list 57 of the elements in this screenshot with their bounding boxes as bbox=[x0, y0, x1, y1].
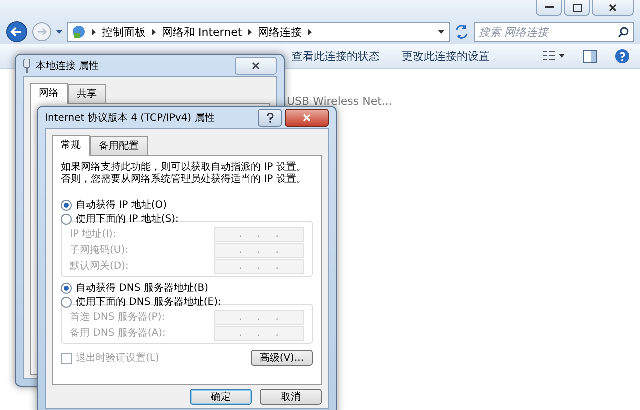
search-icon bbox=[618, 26, 629, 38]
network-adapter-icon bbox=[23, 58, 31, 72]
network-icon bbox=[72, 25, 86, 39]
advanced-button[interactable]: 高级(V)... bbox=[250, 350, 313, 366]
field-label: 首选 DNS 服务器(P): bbox=[70, 310, 166, 324]
address-bar[interactable]: 控制面板 网络和 Internet 网络连接 bbox=[67, 22, 450, 42]
chevron-icon[interactable] bbox=[308, 28, 312, 36]
refresh-icon[interactable] bbox=[454, 24, 470, 40]
preview-pane-icon[interactable] bbox=[583, 50, 597, 62]
dialog-title: 本地连接 属性 bbox=[36, 60, 100, 72]
dialog-title: Internet 协议版本 4 (TCP/IPv4) 属性 bbox=[45, 112, 216, 124]
radio-label: 自动获得 IP 地址(O) bbox=[76, 198, 168, 212]
dialog-button[interactable]: 确定 bbox=[190, 389, 252, 405]
close-icon bbox=[609, 4, 617, 12]
dropdown-icon[interactable] bbox=[438, 30, 445, 34]
chevron-icon[interactable] bbox=[152, 28, 156, 36]
field-label: 子网掩码(U): bbox=[70, 244, 128, 257]
close-button[interactable] bbox=[285, 108, 329, 126]
radio-label: 自动获得 DNS 服务器地址(B) bbox=[76, 282, 209, 295]
field-label: 默认网关(D): bbox=[70, 260, 129, 273]
close-button[interactable] bbox=[592, 0, 634, 16]
view-options-icon[interactable] bbox=[543, 51, 565, 61]
minimize-button[interactable] bbox=[536, 0, 562, 16]
dropdown-icon[interactable] bbox=[56, 30, 63, 34]
tab[interactable]: 网络 bbox=[30, 83, 68, 104]
radio-button[interactable] bbox=[61, 296, 72, 308]
chevron-icon[interactable] bbox=[92, 28, 96, 36]
connection-label[interactable]: USB Wireless Net... bbox=[287, 95, 392, 108]
checkbox-label: 退出时验证设置(L) bbox=[76, 352, 160, 365]
radio-label: 使用下面的 IP 地址(S): bbox=[76, 212, 179, 226]
minimize-icon bbox=[544, 6, 554, 9]
radio-label: 使用下面的 DNS 服务器地址(E): bbox=[76, 296, 222, 309]
intro-text: 如果网络支持此功能，则可以获取自动指派的 IP 设置。否则，您需要从网络系统管理员处获得适当的 IP 设置。 bbox=[61, 162, 308, 186]
tab[interactable]: 备用配置 bbox=[90, 136, 148, 155]
tab[interactable]: 常规 bbox=[52, 135, 90, 156]
breadcrumb-item[interactable]: 网络连接 bbox=[258, 24, 302, 40]
tab[interactable]: 共享 bbox=[68, 84, 106, 103]
toolbar-item[interactable]: 更改此连接的设置 bbox=[402, 48, 490, 64]
field-label: 备用 DNS 服务器(A): bbox=[70, 327, 166, 340]
chevron-icon[interactable] bbox=[248, 28, 252, 36]
breadcrumb-item[interactable]: 网络和 Internet bbox=[162, 24, 242, 40]
maximize-icon bbox=[572, 4, 582, 12]
breadcrumb-item[interactable]: 控制面板 bbox=[102, 24, 146, 40]
help-button[interactable] bbox=[258, 108, 282, 126]
radio-button[interactable] bbox=[61, 282, 72, 294]
close-icon bbox=[303, 114, 311, 122]
help-icon[interactable] bbox=[615, 48, 630, 64]
close-icon bbox=[252, 62, 260, 70]
toolbar-item[interactable]: 查看此连接的状态 bbox=[292, 48, 380, 64]
help-icon bbox=[266, 112, 274, 122]
radio-button[interactable] bbox=[61, 200, 72, 210]
radio-button[interactable] bbox=[61, 214, 72, 224]
field-label: IP 地址(I): bbox=[70, 228, 116, 241]
close-button[interactable] bbox=[235, 56, 277, 74]
maximize-button[interactable] bbox=[564, 0, 590, 16]
back-icon[interactable] bbox=[6, 21, 28, 43]
dialog-button[interactable]: 取消 bbox=[260, 389, 322, 405]
